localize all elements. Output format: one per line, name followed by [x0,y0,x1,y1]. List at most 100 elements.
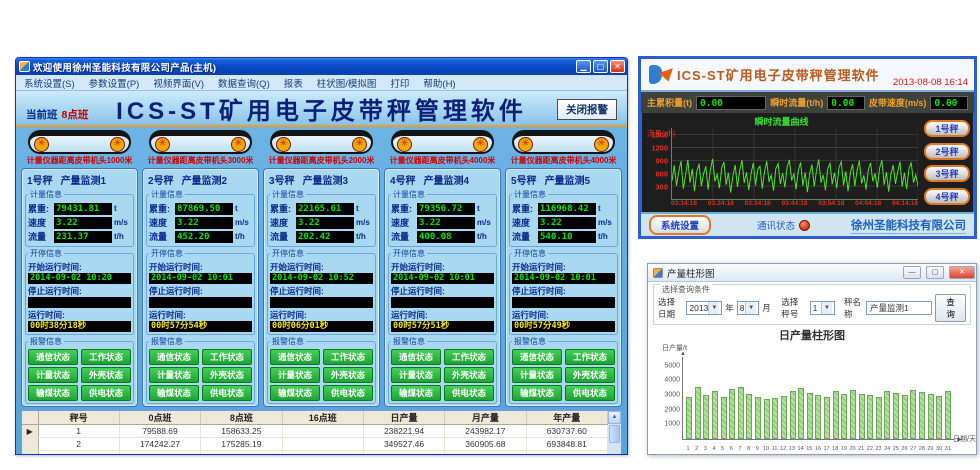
status-button[interactable]: 供电状态 [323,385,373,401]
minimize-icon[interactable]: — [903,266,921,279]
status-button[interactable]: 计量状态 [391,367,441,383]
status-button[interactable]: 供电状态 [81,385,131,401]
status-button[interactable]: 计量状态 [512,367,562,383]
alarm-status-buttons: 通信状态工作状态计量状态外壳状态输煤状态供电状态 [149,349,252,401]
run-time-label: 运行时间: [28,309,131,321]
scroll-up-icon[interactable]: ▲ [608,411,621,424]
close-icon[interactable]: ✕ [949,266,975,279]
table-row[interactable]: ▶179588.69158633.25238221.94243982.17630… [22,425,608,438]
scroll-thumb[interactable] [609,425,620,443]
status-button[interactable]: 输煤状态 [512,385,562,401]
status-button[interactable]: 工作状态 [202,349,252,365]
scale-button[interactable]: 1号秤 [924,120,970,137]
flow-chart-title: 瞬时流量曲线 [645,115,918,128]
status-button[interactable]: 工作状态 [444,349,494,365]
status-button[interactable]: 输煤状态 [28,385,78,401]
status-button[interactable]: 通信状态 [270,349,320,365]
status-button[interactable]: 输煤状态 [391,385,441,401]
menu-item[interactable]: 数据查询(Q) [218,76,270,90]
menu-item[interactable]: 打印 [390,76,409,90]
flow-label: 流量 [28,230,54,243]
pulley-icon: ✳ [34,137,49,152]
x-tick-label: 19 [841,446,847,452]
menu-item[interactable]: 参数设置(P) [89,76,140,90]
status-button[interactable]: 工作状态 [323,349,373,365]
status-button[interactable]: 外壳状态 [202,367,252,383]
y-tick-label: 1200 [651,143,668,152]
table-header-row: 秤号0点班8点班16点班日产量月产量年产量 [22,411,608,425]
flow-value: 452.20 [175,231,233,243]
menu-item[interactable]: 帮助(H) [423,76,455,90]
barchart-window-title: 产量柱形图 [667,266,899,280]
speed-row: 速度3.22m/s [391,216,494,229]
row-selector[interactable] [22,438,38,451]
status-button[interactable]: 通信状态 [149,349,199,365]
menu-item[interactable]: 系统设置(S) [24,76,75,90]
weight-row: 累重:79356.72t [391,202,494,215]
scale-button[interactable]: 2号秤 [924,143,970,160]
speed-label: 速度 [149,216,175,229]
scale-panel-3: ✳✳计量仪器距离皮带机头2000米3号秤产量监测3计量信息累重:22165.61… [263,130,380,407]
close-icon[interactable]: ✕ [610,60,625,73]
month-select[interactable]: 8▼ [737,301,759,315]
status-button[interactable]: 计量状态 [149,367,199,383]
row-selector[interactable]: ▶ [22,425,38,438]
weight-row: 累重:79431.81t [28,202,131,215]
scale-select[interactable]: 1▼ [810,301,835,315]
weight-row: 累重:116968.42t [512,202,615,215]
menu-item[interactable]: 报表 [284,76,303,90]
status-button[interactable]: 供电状态 [565,385,615,401]
table-row[interactable]: 343667.1744121.7087788.8792835.31110680.… [22,451,608,455]
start-time-label: 开始运行时间: [270,261,373,273]
daily-bar-chart: 日产量柱形图 日产量/t ▲ ▶ 50004000300020001000 12… [648,325,976,454]
menu-item[interactable]: 柱状图/模拟图 [317,76,377,90]
stop-time-label: 停止运行时间: [512,285,615,297]
year-select[interactable]: 2013▼ [686,301,722,315]
minimize-icon[interactable]: ▁ [576,60,591,73]
scale-button[interactable]: 3号秤 [924,165,970,182]
status-button[interactable]: 计量状态 [270,367,320,383]
system-settings-button[interactable]: 系统设置 [649,215,711,235]
status-button[interactable]: 工作状态 [81,349,131,365]
status-button[interactable]: 外壳状态 [444,367,494,383]
chevron-down-icon[interactable]: ▼ [708,302,719,314]
status-button[interactable]: 输煤状态 [149,385,199,401]
table-row[interactable]: 2174242.27175285.19349527.46360905.68693… [22,438,608,451]
main-titlebar[interactable]: 欢迎使用徐州圣能科技有限公司产品(主机) ▁ ▢ ✕ [16,58,627,75]
close-alarm-button[interactable]: 关闭报警 [557,99,617,120]
maximize-icon[interactable]: ▢ [926,266,944,279]
startstop-group-caption: 开停信息 [149,248,185,259]
status-button[interactable]: 通信状态 [391,349,441,365]
x-tick-label: 13 [789,446,795,452]
x-tick-label: 26 [901,446,907,452]
table-cell: 92835.31 [445,451,526,455]
status-button[interactable]: 供电状态 [202,385,252,401]
status-button[interactable]: 通信状态 [28,349,78,365]
status-button[interactable]: 计量状态 [28,367,78,383]
chevron-down-icon[interactable]: ▼ [745,302,756,314]
status-button[interactable]: 外壳状态 [323,367,373,383]
bar [755,397,761,439]
status-button[interactable]: 输煤状态 [270,385,320,401]
flow-unit: t/h [114,232,131,241]
status-button[interactable]: 供电状态 [444,385,494,401]
scale-name-input[interactable]: 产量监测1 [866,301,932,315]
weight-unit: t [235,204,252,213]
x-tick-label: 28 [919,446,925,452]
status-button[interactable]: 通信状态 [512,349,562,365]
bar [781,396,787,439]
current-shift-label: 当前班 [26,109,58,121]
table-scrollbar[interactable]: ▲ ▼ [608,411,621,454]
maximize-icon[interactable]: ▢ [593,60,608,73]
scale-button[interactable]: 4号秤 [924,188,970,205]
menu-item[interactable]: 视频界面(V) [153,76,204,90]
production-table-grid: 秤号0点班8点班16点班日产量月产量年产量▶179588.69158633.25… [22,411,608,454]
chevron-down-icon[interactable]: ▼ [821,302,832,314]
barchart-titlebar[interactable]: 产量柱形图 — ▢ ✕ [648,264,976,282]
query-button[interactable]: 查询 [935,294,966,322]
status-button[interactable]: 外壳状态 [81,367,131,383]
distance-label: 计量仪器距离皮带机头3000米 [142,155,259,166]
row-selector[interactable] [22,451,38,455]
status-button[interactable]: 外壳状态 [565,367,615,383]
status-button[interactable]: 工作状态 [565,349,615,365]
